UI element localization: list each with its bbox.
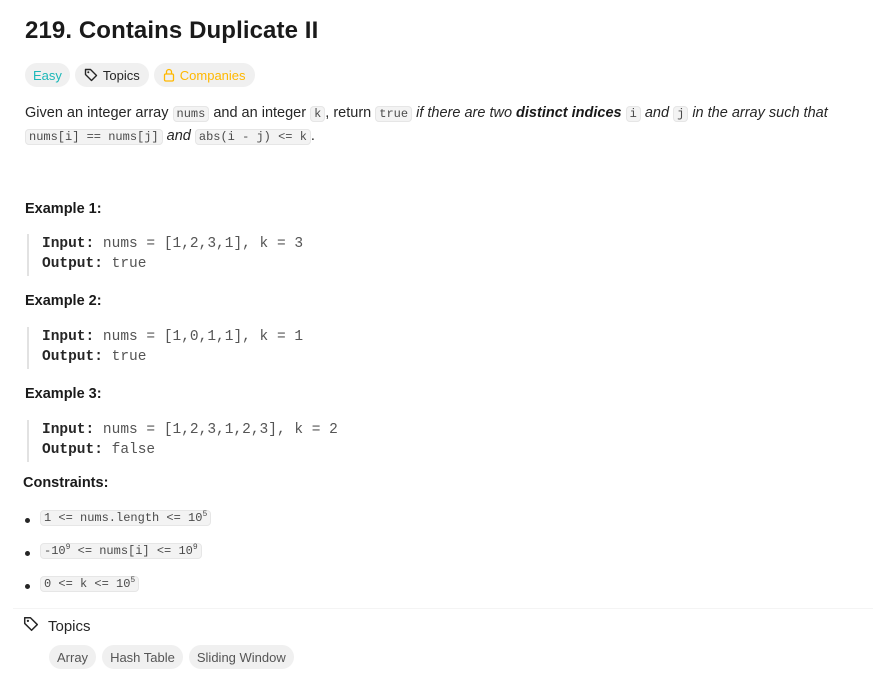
bullet [25, 518, 30, 523]
topic-chips: Array Hash Table Sliding Window [49, 645, 294, 669]
inline-code: k [310, 106, 326, 122]
output-value: true [111, 256, 147, 272]
topics-section-toggle[interactable]: Topics [23, 616, 91, 636]
constraint-code: 1 <= nums.length <= 105 [40, 510, 212, 526]
example-block: Input: nums = [1,2,3,1,2,3], k = 2 Outpu… [27, 420, 338, 462]
inline-code: abs(i - j) <= k [194, 129, 311, 145]
example-title: Example 1: [25, 201, 102, 217]
output-label: Output: [42, 349, 103, 365]
input-value: nums = [1,2,3,1,2,3], k = 2 [102, 422, 338, 438]
desc-text: and an integer [209, 105, 311, 121]
desc-italic: and [162, 128, 195, 144]
inline-code: i [625, 106, 641, 122]
constraint-code: 0 <= k <= 105 [40, 576, 140, 592]
topic-chip[interactable]: Array [49, 645, 97, 669]
problem-tags: Easy Topics Companies [25, 63, 255, 87]
desc-bold: distinct indices [516, 105, 622, 121]
tag-icon [84, 68, 98, 82]
inline-code: j [673, 106, 689, 122]
lock-icon [163, 68, 175, 82]
inline-code: nums [172, 106, 210, 122]
topics-tag-label: Topics [102, 67, 140, 83]
difficulty-label: Easy [33, 67, 62, 83]
output-value: false [111, 442, 156, 458]
constraint-item: 0 <= k <= 105 [25, 576, 211, 609]
inline-code: nums[i] == nums[j] [25, 129, 163, 145]
desc-italic: if there are two [412, 105, 517, 121]
difficulty-badge: Easy [25, 63, 70, 87]
desc-text: Given an integer array [25, 105, 173, 121]
input-label: Input: [42, 422, 95, 438]
companies-tag-button[interactable]: Companies [153, 63, 255, 87]
constraint-item: -109 <= nums[i] <= 109 [25, 543, 211, 576]
input-label: Input: [42, 329, 95, 345]
input-value: nums = [1,0,1,1], k = 1 [102, 329, 304, 345]
input-value: nums = [1,2,3,1], k = 3 [102, 236, 304, 252]
constraints-list: 1 <= nums.length <= 105 -109 <= nums[i] … [25, 510, 212, 609]
constraints-title: Constraints: [23, 475, 109, 491]
tag-icon [23, 616, 39, 636]
topics-section-label: Topics [48, 617, 91, 635]
inline-code: true [375, 106, 413, 122]
example-title: Example 3: [25, 386, 102, 402]
section-divider [13, 608, 873, 609]
problem-title: 219. Contains Duplicate II [25, 17, 319, 44]
problem-description: Given an integer array nums and an integ… [25, 102, 865, 148]
desc-italic: and [640, 105, 674, 121]
desc-text: , return [325, 105, 376, 121]
input-label: Input: [42, 236, 95, 252]
topics-tag-button[interactable]: Topics [74, 63, 149, 87]
companies-tag-label: Companies [179, 67, 246, 83]
desc-italic: in the array such that [688, 105, 828, 121]
output-label: Output: [42, 256, 103, 272]
constraint-code: -109 <= nums[i] <= 109 [40, 543, 202, 559]
desc-text: . [310, 128, 315, 144]
example-block: Input: nums = [1,2,3,1], k = 3 Output: t… [27, 234, 303, 276]
constraint-item: 1 <= nums.length <= 105 [25, 510, 212, 543]
bullet [25, 584, 30, 589]
output-value: true [111, 349, 147, 365]
example-title: Example 2: [25, 293, 102, 309]
topic-chip[interactable]: Sliding Window [188, 645, 294, 669]
example-block: Input: nums = [1,0,1,1], k = 1 Output: t… [27, 327, 303, 369]
output-label: Output: [42, 442, 103, 458]
topic-chip[interactable]: Hash Table [102, 645, 183, 669]
bullet [25, 551, 30, 556]
